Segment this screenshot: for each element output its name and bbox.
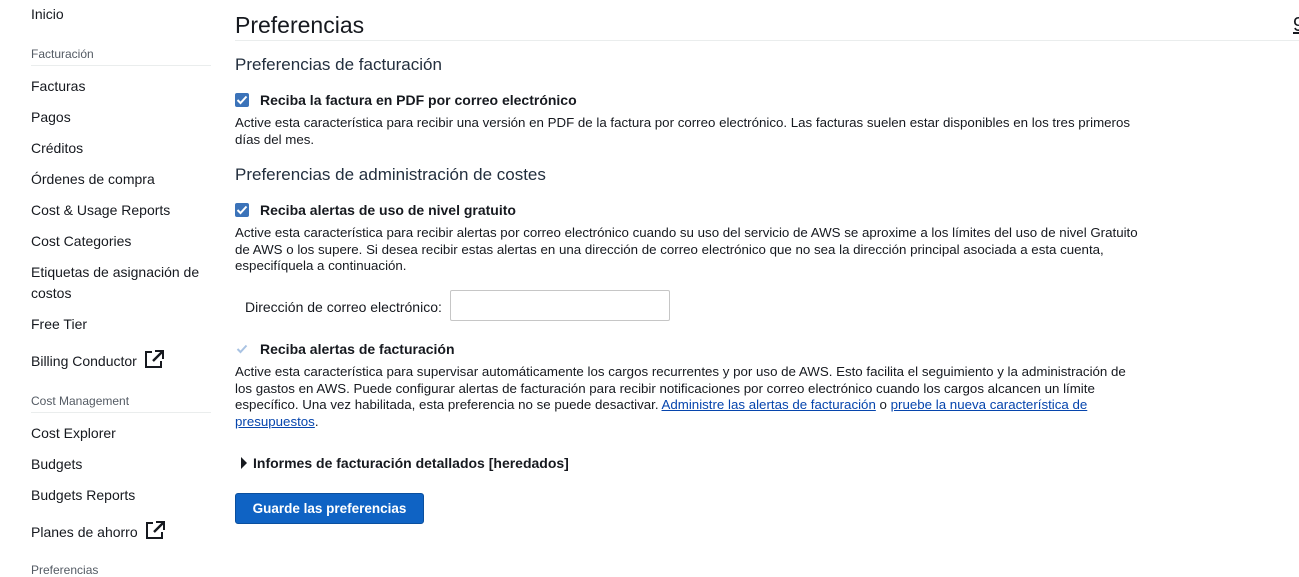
sidebar-divider — [31, 412, 211, 413]
sidebar-item-budgets[interactable]: Budgets — [31, 454, 82, 475]
pdf-invoice-checkbox[interactable] — [235, 93, 249, 107]
save-preferences-button[interactable]: Guarde las preferencias — [235, 493, 424, 524]
sidebar-item-invoices[interactable]: Facturas — [31, 76, 85, 97]
pdf-invoice-description: Active esta característica para recibir … — [235, 115, 1131, 147]
sidebar-item-cost-explorer[interactable]: Cost Explorer — [31, 423, 116, 444]
caret-right-icon — [241, 457, 247, 469]
sidebar-item-home[interactable]: Inicio — [31, 4, 64, 25]
sidebar-item-billing-conductor[interactable]: Billing Conductor — [31, 349, 165, 375]
sidebar-section-cost-management: Cost Management — [31, 394, 130, 408]
email-field-label: Dirección de correo electrónico: — [245, 299, 442, 315]
billing-alerts-checkbox — [235, 342, 249, 356]
pdf-invoice-option[interactable]: Reciba la factura en PDF por correo elec… — [235, 91, 577, 109]
pdf-invoice-label: Reciba la factura en PDF por correo elec… — [260, 92, 577, 108]
billing-alerts-option: Reciba alertas de facturación — [235, 340, 455, 358]
sidebar-item-cost-usage-reports[interactable]: Cost & Usage Reports — [31, 200, 170, 221]
sidebar-divider — [31, 65, 211, 66]
cost-management-heading: Preferencias de administración de costes — [235, 165, 546, 184]
trailing-period: . — [314, 413, 319, 429]
billing-alerts-label: Reciba alertas de facturación — [260, 341, 455, 357]
detailed-reports-expander[interactable]: Informes de facturación detallados [here… — [241, 455, 569, 471]
free-tier-alerts-description: Active esta característica para recibir … — [235, 225, 1138, 273]
checkmark-icon — [236, 344, 248, 354]
sidebar-item-budgets-reports[interactable]: Budgets Reports — [31, 485, 135, 506]
detailed-reports-label: Informes de facturación detallados [here… — [253, 455, 569, 471]
sidebar-item-cost-allocation-tags[interactable]: Etiquetas de asignación de costos — [31, 262, 206, 304]
sidebar-item-purchase-orders[interactable]: Órdenes de compra — [31, 169, 155, 190]
billing-alerts-description: Active esta característica para supervis… — [235, 364, 1140, 430]
sidebar-item-credits[interactable]: Créditos — [31, 138, 83, 159]
sidebar-item-savings-plans[interactable]: Planes de ahorro — [31, 520, 166, 546]
sidebar-item-label: Planes de ahorro — [31, 524, 138, 540]
sidebar-section-preferences: Preferencias — [31, 563, 99, 577]
sidebar-item-label: Billing Conductor — [31, 353, 137, 369]
free-tier-alerts-checkbox[interactable] — [235, 203, 249, 217]
checkmark-icon — [236, 95, 248, 105]
email-field[interactable] — [450, 290, 670, 321]
manage-billing-alerts-link[interactable]: Administre las alertas de facturación — [662, 397, 876, 412]
title-divider — [235, 40, 1299, 41]
link-connector-text: o — [879, 397, 887, 412]
sidebar-item-payments[interactable]: Pagos — [31, 107, 71, 128]
page-title: Preferencias — [235, 12, 365, 38]
sidebar-item-cost-categories[interactable]: Cost Categories — [31, 231, 131, 252]
sidebar-section-billing: Facturación — [31, 47, 94, 61]
external-link-icon — [144, 520, 166, 546]
sidebar-item-free-tier[interactable]: Free Tier — [31, 314, 87, 335]
external-link-icon — [143, 349, 165, 375]
free-tier-alerts-label: Reciba alertas de uso de nivel gratuito — [260, 202, 516, 218]
corner-link-fragment[interactable]: 9 — [1293, 14, 1299, 37]
sidebar: Inicio Facturación Facturas Pagos Crédit… — [0, 0, 215, 577]
free-tier-alerts-option[interactable]: Reciba alertas de uso de nivel gratuito — [235, 201, 516, 219]
checkmark-icon — [236, 205, 248, 215]
billing-preferences-heading: Preferencias de facturación — [235, 55, 442, 74]
